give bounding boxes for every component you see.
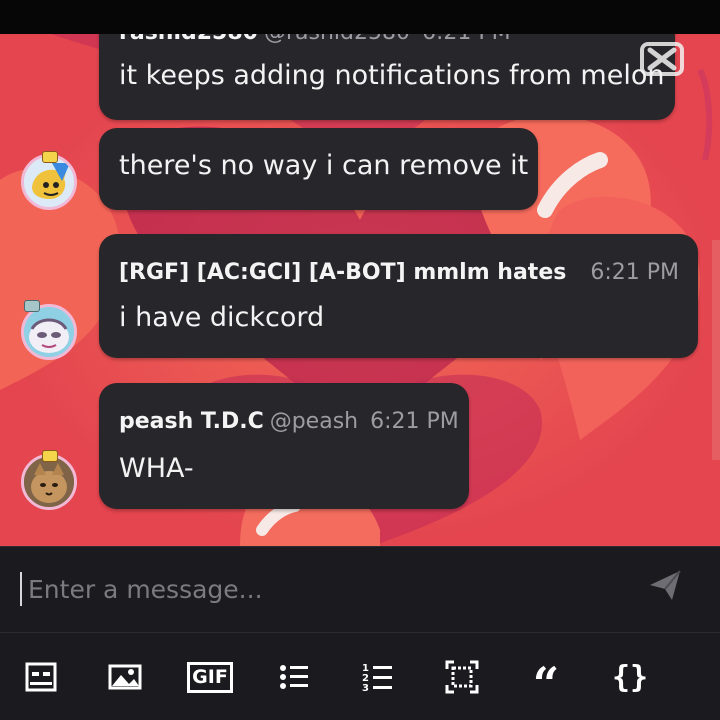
close-icon[interactable] [640,42,684,76]
author-handle: @peash [269,409,359,434]
message-composer [0,546,720,633]
text-caret [20,572,22,606]
bulleted-list-icon[interactable] [274,657,314,697]
avatar[interactable] [21,454,77,510]
numbered-list-icon[interactable]: 1 2 3 [358,657,398,697]
message-text: WHA- [119,453,194,484]
gif-label: GIF [192,665,228,688]
author-name[interactable]: peash T.D.C [119,409,264,434]
keyboard-icon[interactable] [21,657,61,697]
message-header: [RGF] [AC:GCI] [A-BOT] mmlm hates 6:21 PM [119,260,679,285]
avatar-badge [42,151,58,163]
image-icon[interactable] [105,657,145,697]
avatar-badge [24,300,40,312]
formatting-toolbar: GIF 1 2 3 “ {} [0,632,720,720]
code-label: {} [611,659,649,695]
author-name[interactable]: [RGF] [AC:GCI] [A-BOT] mmlm hates [119,260,566,285]
message-text: there's no way i can remove it [119,150,529,181]
quote-icon[interactable]: “ [526,657,566,707]
send-icon[interactable] [648,568,682,602]
message-header: peash T.D.C @peash 6:21 PM [119,409,459,434]
message-text: i have dickcord [119,302,325,333]
chat-screen: rashid2580@rashid25806:21 PM it keeps ad… [0,0,720,720]
avatar[interactable] [21,304,77,360]
status-bar [0,0,720,34]
message-time: 6:21 PM [578,260,679,285]
message-bubble[interactable]: peash T.D.C @peash 6:21 PM WHA- [99,383,469,509]
message-input[interactable] [28,569,588,609]
message-text: it keeps adding notifications from melon [119,60,665,91]
quote-label: “ [532,657,560,711]
message-bubble[interactable]: there's no way i can remove it [99,128,538,210]
svg-text:3: 3 [362,683,369,694]
message-time: 6:21 PM [370,409,459,434]
message-bubble[interactable]: [RGF] [AC:GCI] [A-BOT] mmlm hates 6:21 PM… [99,234,698,358]
avatar-badge [42,450,58,462]
code-icon[interactable]: {} [610,657,650,697]
spoiler-icon[interactable] [442,657,482,697]
gif-icon[interactable]: GIF [187,657,233,697]
